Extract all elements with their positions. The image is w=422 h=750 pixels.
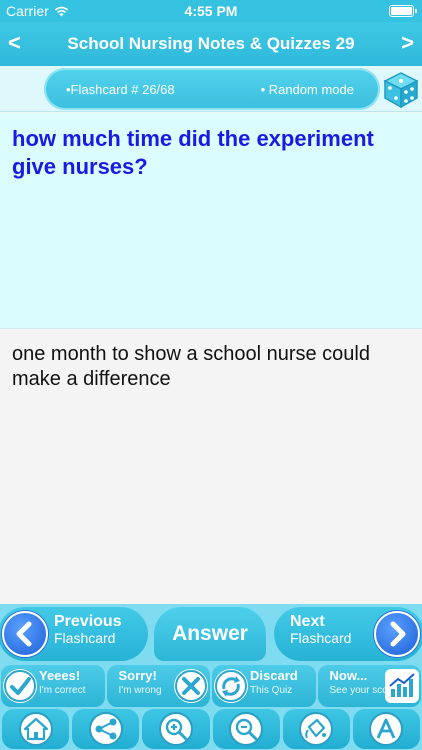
wrong-sub: I'm wrong (118, 685, 162, 696)
discard-quiz-button[interactable]: Discard This Quiz (212, 665, 316, 707)
wrong-button[interactable]: Sorry! I'm wrong (106, 665, 210, 707)
next-title: Next (290, 613, 325, 630)
checkmark-icon (3, 669, 37, 703)
bucket-icon (299, 712, 334, 746)
nav-bar: < School Nursing Notes & Quizzes 29 > (0, 22, 422, 66)
next-flashcard-button[interactable]: Next Flashcard (274, 607, 422, 661)
next-sub: Flashcard (290, 630, 352, 646)
font-icon (369, 712, 404, 746)
zoom-in-icon (158, 712, 193, 746)
status-bar: Carrier 4:55 PM (0, 0, 422, 22)
info-strip: •Flashcard # 26/68 • Random mode (0, 66, 422, 112)
forward-arrow-icon[interactable]: > (401, 32, 414, 54)
flashcard-counter: •Flashcard # 26/68 (66, 82, 175, 97)
right-arrow-icon (374, 611, 420, 657)
home-button[interactable] (2, 709, 70, 749)
status-time: 4:55 PM (184, 3, 238, 19)
answer-button[interactable]: Answer (154, 607, 266, 661)
score-title: Now... (329, 668, 368, 683)
home-icon (18, 712, 53, 746)
recycle-icon (214, 669, 248, 703)
mode-label: • Random mode (260, 82, 354, 97)
toolbar (0, 708, 422, 750)
previous-sub: Flashcard (54, 630, 116, 646)
font-button[interactable] (352, 709, 421, 749)
left-arrow-icon (2, 611, 48, 657)
share-button[interactable] (72, 709, 140, 749)
flashcard-info-pill: •Flashcard # 26/68 • Random mode (44, 68, 380, 110)
correct-sub: I'm correct (39, 685, 86, 696)
discard-sub: This Quiz (250, 685, 293, 696)
answer-panel: one month to show a school nurse could m… (0, 330, 422, 604)
answer-text: one month to show a school nurse could m… (12, 343, 370, 390)
correct-title: Yeees! (39, 668, 81, 683)
correct-button[interactable]: Yeees! I'm correct (1, 665, 105, 707)
navigation-row: Previous Flashcard Answer Next Flashcard (0, 604, 422, 664)
see-score-button[interactable]: Now... See your score (317, 665, 421, 707)
share-icon (88, 712, 123, 746)
page-title: School Nursing Notes & Quizzes 29 (67, 34, 355, 53)
previous-title: Previous (54, 613, 122, 630)
previous-label: Previous Flashcard (54, 613, 122, 647)
back-arrow-icon[interactable]: < (8, 32, 21, 54)
wrong-title: Sorry! (118, 668, 157, 683)
question-panel: how much time did the experiment give nu… (0, 113, 422, 329)
dice-icon[interactable] (382, 71, 420, 109)
question-text: how much time did the experiment give nu… (12, 126, 374, 179)
previous-flashcard-button[interactable]: Previous Flashcard (0, 607, 148, 661)
bottom-panel: Previous Flashcard Answer Next Flashcard… (0, 604, 422, 750)
zoom-in-button[interactable] (142, 709, 210, 749)
discard-title: Discard (250, 668, 298, 683)
color-button[interactable] (282, 709, 350, 749)
battery-icon (389, 5, 417, 17)
bar-chart-icon (385, 669, 419, 703)
answer-actions-row: Yeees! I'm correct Sorry! I'm wrong Disc… (0, 664, 422, 708)
zoom-out-button[interactable] (212, 709, 280, 749)
cross-icon (174, 669, 208, 703)
zoom-out-icon (229, 712, 264, 746)
next-label: Next Flashcard (290, 613, 351, 647)
